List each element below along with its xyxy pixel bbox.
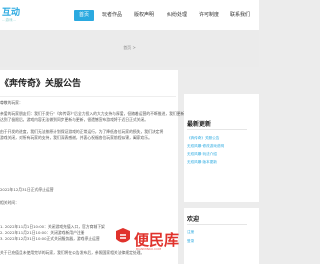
top-header: 互动 …游戏… 首页 玩者作品 版权声明 纠纷处理 许可制度 联系我们 [0, 0, 259, 30]
watermark-logo-icon [116, 228, 130, 243]
sidebar-link[interactable]: 无双风暴·玩法介绍 [187, 152, 217, 157]
nav-item-disputes[interactable]: 纠纷处理 [163, 10, 191, 21]
article-paragraph: 尊敬的玩家： [0, 100, 23, 105]
sidebar-latest: 最新更新 《奔传奇》关服公告 无双风暴·修改游戏说明 无双风暴·玩法介绍 无双风… [184, 94, 259, 202]
nav-item-license[interactable]: 许可制度 [195, 10, 223, 21]
logo-sub-text: …游戏… [2, 18, 16, 22]
sidebar-link[interactable]: 《奔传奇》关服公告 [187, 136, 219, 141]
sidebar-link[interactable]: 无双风暴·修改游戏说明 [187, 144, 224, 149]
register-link[interactable]: 注册 [187, 230, 194, 235]
article-paragraph: 相关时间： [0, 200, 19, 205]
article-paragraph: 3. 2022年12月31日10:00正式关闭服务器，游戏停止运营 [0, 236, 100, 241]
article-paragraph: 2022年12月31日正式停止运营 [0, 187, 54, 192]
article-paragraph: 1. 2022年11月1日10:00：关闭游戏充值入口，官方商城下架 [0, 224, 105, 229]
sidebar-welcome: 欢迎 注册 登录 [184, 208, 259, 264]
article-paragraph: 由于开发的进度，我们无法按原计划保证游戏的正常运行，为了降低各位玩家的损失，我们… [0, 129, 164, 134]
logo-main-text: 互动 [2, 8, 21, 18]
main-nav: 首页 玩者作品 版权声明 纠纷处理 许可制度 联系我们 [74, 10, 255, 22]
sidebar-link[interactable]: 无双风暴·版本更新 [187, 160, 217, 165]
article-paragraph: 游戏关闭，对所有玩家的支持，我们深表感谢，并衷心祝福各位玩家前程似锦，阖家欢乐。 [0, 135, 152, 140]
sidebar-divider [187, 129, 247, 130]
sidebar-divider [187, 224, 247, 225]
watermark-subtext: BIANMINKU.COM [136, 247, 162, 251]
article-title: 《奔传奇》关服公告 [0, 79, 82, 89]
watermark: 便民库 BIANMINKU.COM [114, 225, 184, 255]
login-link[interactable]: 登录 [187, 239, 194, 244]
nav-item-contact[interactable]: 联系我们 [226, 10, 254, 21]
article-paragraph: 达到了极限后，游戏内容无法做到同步更新与更新，很遗憾宣布游戏将于近日正式关闭。 [0, 117, 149, 122]
sidebar-latest-title: 最新更新 [187, 121, 212, 128]
breadcrumb[interactable]: 首页 > [0, 45, 259, 51]
article-paragraph: 2. 2022年11月21日10:00：关闭游戏新用户注册 [0, 230, 85, 235]
title-divider [0, 96, 176, 97]
nav-item-home[interactable]: 首页 [74, 10, 94, 21]
nav-item-copyright[interactable]: 版权声明 [130, 10, 158, 21]
site-logo[interactable]: 互动 …游戏… [0, 3, 30, 27]
sidebar-welcome-title: 欢迎 [187, 216, 200, 223]
article-paragraph: 亲爱的玩家朋友们：我们于发行”《奔传奇》”后全力投入的大力支持与厚爱，但随着运营… [0, 111, 196, 116]
nav-item-works[interactable]: 玩者作品 [98, 10, 126, 21]
